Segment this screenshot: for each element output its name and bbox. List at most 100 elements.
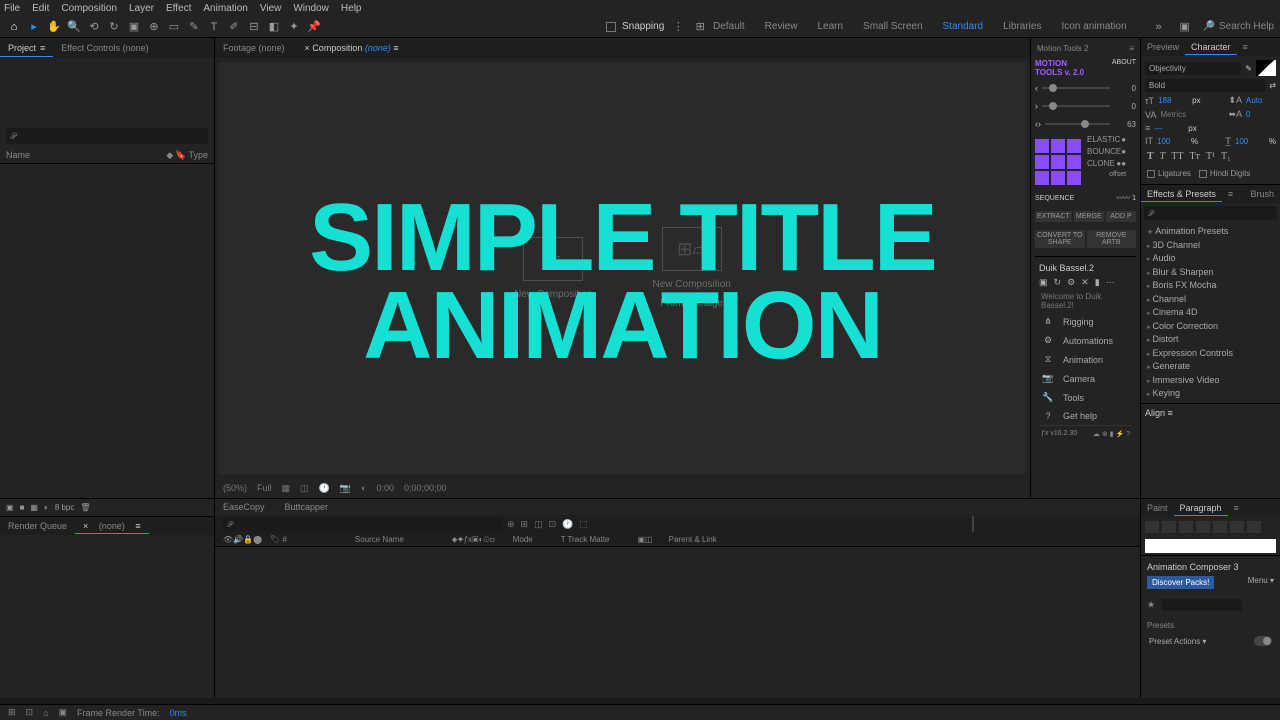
- font-weight-select[interactable]: Bold: [1145, 79, 1265, 92]
- snap-opt1-icon[interactable]: ⋮: [670, 19, 686, 35]
- duik-rigging[interactable]: ⋔Rigging: [1039, 312, 1132, 331]
- slider3-left-icon[interactable]: ‹›: [1035, 119, 1041, 129]
- zoom-dropdown[interactable]: (50%): [223, 483, 247, 493]
- subscript-button[interactable]: T₁: [1221, 151, 1231, 162]
- time-icon[interactable]: 🕐: [319, 483, 330, 494]
- duik-icon3[interactable]: ⚙: [1067, 277, 1075, 288]
- elastic-toggle[interactable]: ●: [1121, 135, 1126, 144]
- grid-icon[interactable]: ▦: [282, 483, 291, 494]
- status-icon2[interactable]: ⊡: [26, 707, 34, 718]
- new-composition-from-footage-button[interactable]: ⊞▱ New Composition From Footage: [653, 227, 731, 309]
- workspace-small[interactable]: Small Screen: [863, 21, 922, 32]
- footage-tab[interactable]: Footage (none): [223, 43, 285, 53]
- motion-tools-tab[interactable]: Motion Tools 2: [1037, 44, 1088, 53]
- effects-search-input[interactable]: [1144, 206, 1277, 220]
- duik-fx-icon[interactable]: ƒx v16.2.30: [1041, 430, 1077, 438]
- col-mode[interactable]: Mode: [513, 535, 533, 544]
- effect-controls-tab[interactable]: Effect Controls (none): [53, 40, 156, 57]
- exposure-val[interactable]: 0:00: [376, 483, 394, 493]
- col-track-matte[interactable]: T Track Matte: [561, 535, 610, 544]
- puppet-tool-icon[interactable]: 📌: [306, 19, 322, 35]
- fx-audio[interactable]: Audio: [1147, 252, 1274, 266]
- hscale-value[interactable]: 100: [1235, 137, 1265, 146]
- align-tab[interactable]: Align: [1145, 408, 1165, 418]
- buttcapper-tab[interactable]: Buttcapper: [285, 502, 329, 512]
- duik-icon5[interactable]: ▮: [1095, 277, 1100, 288]
- type-tool-icon[interactable]: T: [206, 19, 222, 35]
- col-parent[interactable]: Parent & Link: [669, 535, 717, 544]
- slider3-value[interactable]: 63: [1114, 120, 1136, 129]
- ac-presets[interactable]: Presets: [1145, 619, 1276, 632]
- workspace-standard[interactable]: Standard: [943, 21, 984, 32]
- superscript-button[interactable]: T¹: [1206, 151, 1215, 162]
- pen-tool-icon[interactable]: ✎: [186, 19, 202, 35]
- snapping-checkbox[interactable]: [606, 22, 616, 32]
- orbit-tool-icon[interactable]: ⟲: [86, 19, 102, 35]
- project-search-input[interactable]: [6, 128, 208, 144]
- tl-opt5[interactable]: 🕐: [562, 519, 573, 530]
- tl-opt3[interactable]: ◫: [534, 519, 543, 530]
- brush-tool-icon[interactable]: ✐: [226, 19, 242, 35]
- discover-packs-button[interactable]: Discover Packs!: [1147, 576, 1214, 589]
- allcaps-button[interactable]: TT: [1171, 151, 1183, 162]
- home-icon[interactable]: ⌂: [6, 19, 22, 35]
- fx-expression[interactable]: Expression Controls: [1147, 347, 1274, 361]
- duik-automations[interactable]: ⚙Automations: [1039, 331, 1132, 350]
- tl-opt1[interactable]: ⊕: [507, 519, 515, 530]
- tl-icon2[interactable]: ■: [20, 503, 25, 512]
- workspace-default[interactable]: Default: [713, 21, 745, 32]
- swap-color-icon[interactable]: ⇄: [1269, 81, 1276, 90]
- fx-distort[interactable]: Distort: [1147, 333, 1274, 347]
- project-col-name[interactable]: Name: [6, 150, 166, 161]
- convert-button[interactable]: CONVERT TO SHAPE: [1035, 230, 1085, 248]
- camera-tool-icon[interactable]: ▣: [126, 19, 142, 35]
- pan-behind-tool-icon[interactable]: ⊕: [146, 19, 162, 35]
- preview-tab[interactable]: Preview: [1141, 40, 1185, 54]
- workspace-libraries[interactable]: Libraries: [1003, 21, 1041, 32]
- bounce-toggle[interactable]: ●: [1121, 147, 1126, 156]
- brush-tab[interactable]: Brush: [1244, 187, 1280, 201]
- extract-button[interactable]: EXTRACT: [1035, 211, 1072, 222]
- status-icon3[interactable]: ⌂: [43, 708, 48, 718]
- fx-blur[interactable]: Blur & Sharpen: [1147, 266, 1274, 280]
- timecode[interactable]: 0;00;00;00: [404, 483, 447, 493]
- fx-boris[interactable]: Boris FX Mocha: [1147, 279, 1274, 293]
- tl-opt6[interactable]: ⬚: [579, 519, 588, 530]
- fx-keying[interactable]: Keying: [1147, 387, 1274, 401]
- roto-tool-icon[interactable]: ✦: [286, 19, 302, 35]
- col-source-name[interactable]: Source Name: [355, 535, 404, 544]
- timeline-search-input[interactable]: [223, 517, 503, 531]
- slider1-left-icon[interactable]: ‹: [1035, 83, 1038, 93]
- ac-search[interactable]: [1162, 599, 1242, 611]
- color-swatch[interactable]: [1256, 60, 1276, 76]
- tl-toggles[interactable]: 👁🔊🔒⬤: [223, 535, 262, 544]
- menu-edit[interactable]: Edit: [32, 3, 49, 14]
- workspace-icon[interactable]: Icon animation: [1061, 21, 1126, 32]
- slider2-value[interactable]: 0: [1114, 102, 1136, 111]
- timeline-ruler[interactable]: [972, 516, 974, 532]
- fx-channel[interactable]: Channel: [1147, 293, 1274, 307]
- kerning-select[interactable]: Metrics: [1160, 110, 1186, 119]
- viewer-canvas[interactable]: ▱ New Composition ⊞▱ New Composition Fro…: [219, 62, 1026, 474]
- merge-button[interactable]: MERGE: [1074, 211, 1104, 222]
- fx-animation-presets[interactable]: Animation Presets: [1147, 225, 1274, 239]
- duik-icon4[interactable]: ✕: [1081, 277, 1089, 288]
- fx-color[interactable]: Color Correction: [1147, 320, 1274, 334]
- duik-tools[interactable]: 🔧Tools: [1039, 388, 1132, 407]
- menu-help[interactable]: Help: [341, 3, 362, 14]
- eraser-tool-icon[interactable]: ◧: [266, 19, 282, 35]
- stroke-value[interactable]: —: [1154, 124, 1184, 133]
- clone-toggle[interactable]: ●●: [1116, 159, 1126, 168]
- effects-list[interactable]: Animation Presets 3D Channel Audio Blur …: [1141, 223, 1280, 403]
- status-icon4[interactable]: ▣: [59, 707, 68, 718]
- mask-icon[interactable]: ◫: [300, 483, 309, 494]
- fx-immersive[interactable]: Immersive Video: [1147, 374, 1274, 388]
- project-tab[interactable]: Project≡: [0, 40, 53, 57]
- tl-icon3[interactable]: ▦: [30, 503, 38, 512]
- fx-c4d[interactable]: Cinema 4D: [1147, 306, 1274, 320]
- workspace-review[interactable]: Review: [765, 21, 798, 32]
- new-composition-button[interactable]: ▱ New Composition: [514, 237, 592, 300]
- menu-window[interactable]: Window: [293, 3, 329, 14]
- duik-icon1[interactable]: ▣: [1039, 277, 1048, 288]
- slider1-value[interactable]: 0: [1114, 84, 1136, 93]
